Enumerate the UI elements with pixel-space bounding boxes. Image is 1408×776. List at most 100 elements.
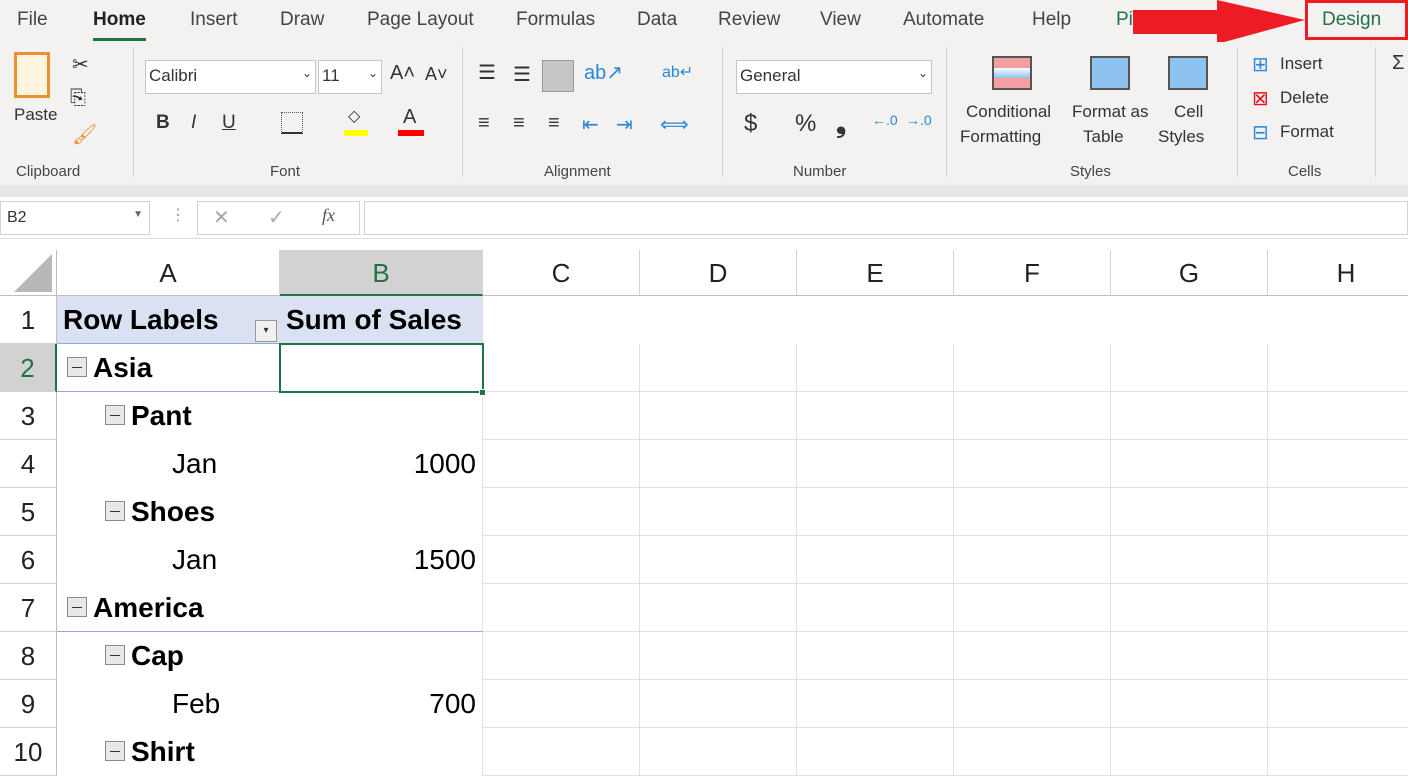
- tab-file[interactable]: File: [17, 9, 48, 31]
- cell[interactable]: [797, 344, 954, 392]
- comma-button[interactable]: ❟: [836, 108, 846, 140]
- cell[interactable]: [1111, 488, 1268, 536]
- autosum-icon[interactable]: Σ: [1392, 52, 1404, 75]
- pivot-row-label[interactable]: Feb: [57, 680, 280, 728]
- conditional-formatting-button[interactable]: Conditional: [966, 102, 1051, 122]
- row-header-6[interactable]: 6: [0, 536, 57, 584]
- format-cells-button[interactable]: Format: [1280, 122, 1334, 142]
- cell[interactable]: [483, 536, 640, 584]
- cell[interactable]: [1268, 536, 1408, 584]
- tab-formulas[interactable]: Formulas: [516, 9, 595, 31]
- number-format-dropdown[interactable]: General ⌄: [736, 60, 932, 94]
- cell[interactable]: [954, 680, 1111, 728]
- tab-automate[interactable]: Automate: [903, 9, 984, 31]
- cell[interactable]: [797, 536, 954, 584]
- fill-handle[interactable]: [479, 389, 486, 396]
- insert-function-button[interactable]: fx: [322, 205, 335, 226]
- increase-font-icon[interactable]: A˄: [390, 62, 415, 85]
- cell[interactable]: [483, 440, 640, 488]
- cell[interactable]: [640, 680, 797, 728]
- cell[interactable]: [1111, 728, 1268, 776]
- pivot-value[interactable]: 1000: [280, 440, 483, 488]
- tab-home[interactable]: Home: [93, 9, 146, 41]
- cell[interactable]: [1268, 728, 1408, 776]
- cell[interactable]: [483, 392, 640, 440]
- pivot-row-label[interactable]: Shirt: [57, 728, 280, 776]
- filter-dropdown-icon[interactable]: ▾: [255, 320, 277, 342]
- collapse-icon[interactable]: [105, 740, 125, 761]
- insert-cells-button[interactable]: Insert: [1280, 54, 1323, 74]
- pivot-row-label[interactable]: Cap: [57, 632, 280, 680]
- selected-cell-b2[interactable]: [279, 343, 484, 393]
- pivot-row-label[interactable]: Jan: [57, 440, 280, 488]
- collapse-icon[interactable]: [67, 356, 87, 377]
- tab-design[interactable]: Design: [1322, 9, 1381, 31]
- cell[interactable]: [640, 440, 797, 488]
- pivot-value[interactable]: [280, 728, 483, 776]
- cell[interactable]: [797, 680, 954, 728]
- cell[interactable]: [954, 392, 1111, 440]
- paste-button[interactable]: Paste: [14, 105, 57, 125]
- collapse-icon[interactable]: [105, 404, 125, 425]
- increase-indent-icon[interactable]: ⇥: [616, 112, 633, 137]
- pivot-row-label[interactable]: America: [57, 584, 280, 632]
- row-header-9[interactable]: 9: [0, 680, 57, 728]
- cell[interactable]: [954, 488, 1111, 536]
- row-header-3[interactable]: 3: [0, 392, 57, 440]
- pivot-value[interactable]: [280, 392, 483, 440]
- pivot-value[interactable]: [280, 632, 483, 680]
- column-header-b[interactable]: B: [280, 250, 483, 296]
- cell[interactable]: [954, 440, 1111, 488]
- cell[interactable]: [483, 632, 640, 680]
- top-align-icon[interactable]: ☰: [478, 60, 496, 85]
- cell[interactable]: [797, 632, 954, 680]
- cell[interactable]: [954, 536, 1111, 584]
- cell[interactable]: [797, 584, 954, 632]
- cancel-icon[interactable]: ✕: [213, 205, 230, 230]
- cell[interactable]: [954, 584, 1111, 632]
- cell[interactable]: [1268, 440, 1408, 488]
- orientation-icon[interactable]: ab↗: [584, 60, 623, 85]
- collapse-icon[interactable]: [105, 500, 125, 521]
- cell[interactable]: [640, 536, 797, 584]
- cell[interactable]: [640, 344, 797, 392]
- name-box[interactable]: B2 ▼: [0, 201, 150, 235]
- collapse-icon[interactable]: [105, 644, 125, 665]
- pivot-row-label[interactable]: Pant: [57, 392, 280, 440]
- row-header-4[interactable]: 4: [0, 440, 57, 488]
- row-header-1[interactable]: 1: [0, 296, 57, 344]
- cell[interactable]: [954, 728, 1111, 776]
- collapse-icon[interactable]: [67, 596, 87, 617]
- cell[interactable]: [1111, 392, 1268, 440]
- decrease-indent-icon[interactable]: ⇤: [582, 112, 599, 137]
- enter-icon[interactable]: ✓: [268, 205, 285, 230]
- cell[interactable]: [483, 680, 640, 728]
- pivot-value[interactable]: [280, 488, 483, 536]
- column-header-a[interactable]: A: [57, 250, 280, 296]
- column-header-d[interactable]: D: [640, 250, 797, 296]
- align-left-icon[interactable]: ≡: [478, 112, 490, 135]
- column-header-f[interactable]: F: [954, 250, 1111, 296]
- cell[interactable]: [640, 392, 797, 440]
- tab-review[interactable]: Review: [718, 9, 780, 31]
- formatting-label[interactable]: Formatting: [960, 127, 1041, 147]
- column-header-e[interactable]: E: [797, 250, 954, 296]
- tab-data[interactable]: Data: [637, 9, 677, 31]
- row-header-7[interactable]: 7: [0, 584, 57, 632]
- cell[interactable]: [797, 488, 954, 536]
- cell[interactable]: [640, 632, 797, 680]
- cell[interactable]: [640, 488, 797, 536]
- pivot-value[interactable]: [280, 584, 483, 632]
- cut-icon[interactable]: ✂: [72, 52, 89, 77]
- bottom-align-button[interactable]: [542, 60, 574, 92]
- column-header-g[interactable]: G: [1111, 250, 1268, 296]
- cell[interactable]: [1111, 440, 1268, 488]
- align-center-icon[interactable]: ≡: [513, 112, 525, 135]
- row-header-2[interactable]: 2: [0, 344, 57, 392]
- formula-input[interactable]: [364, 201, 1408, 235]
- font-size-dropdown[interactable]: 11 ⌄: [318, 60, 382, 94]
- italic-button[interactable]: I: [191, 112, 196, 134]
- underline-button[interactable]: U: [222, 112, 236, 134]
- fill-color-icon[interactable]: [344, 130, 368, 136]
- cell[interactable]: [1111, 344, 1268, 392]
